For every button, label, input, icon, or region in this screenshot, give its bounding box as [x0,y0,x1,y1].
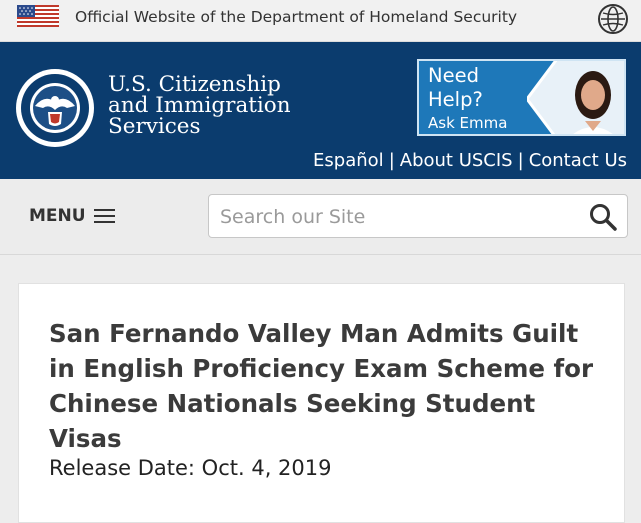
search-input[interactable] [218,202,582,232]
link-divider: | [517,150,524,171]
hamburger-icon [93,208,115,224]
gov-banner-text: Official Website of the Department of Ho… [75,8,518,26]
help-line-2: Help? [428,88,483,111]
agency-line-2: and Immigration [108,93,291,118]
help-question: Need Help? [428,64,483,112]
contact-us-link[interactable]: Contact Us [529,150,627,171]
nav-toolbar: MENU [0,179,641,255]
release-date: Release Date: Oct. 4, 2019 [49,456,332,480]
search-box [208,194,628,238]
menu-label: MENU [29,206,86,226]
article-card: San Fernando Valley Man Admits Guilt in … [18,283,625,523]
article-title: San Fernando Valley Man Admits Guilt in … [49,319,594,453]
link-divider: | [388,150,395,171]
utility-links: Español | About USCIS | Contact Us [313,150,627,171]
ask-emma-label: Ask Emma [428,114,508,132]
us-flag-icon [17,5,59,27]
agency-line-3: Services [108,114,201,139]
gov-banner: Official Website of the Department of Ho… [0,0,641,42]
dhs-seal-logo[interactable] [15,68,95,148]
language-globe-icon[interactable] [598,4,628,34]
agency-line-1: U.S. Citizenship [108,72,281,97]
site-header: U.S. Citizenship and Immigration Service… [0,42,641,179]
menu-button[interactable]: MENU [29,204,115,228]
ask-emma-help-button[interactable]: Need Help? Ask Emma [417,59,626,136]
emma-avatar [527,61,624,134]
about-uscis-link[interactable]: About USCIS [400,150,513,171]
agency-name[interactable]: U.S. Citizenship and Immigration Service… [108,72,291,139]
help-line-1: Need [428,64,479,87]
espanol-link[interactable]: Español [313,150,384,171]
search-icon[interactable] [588,202,618,232]
